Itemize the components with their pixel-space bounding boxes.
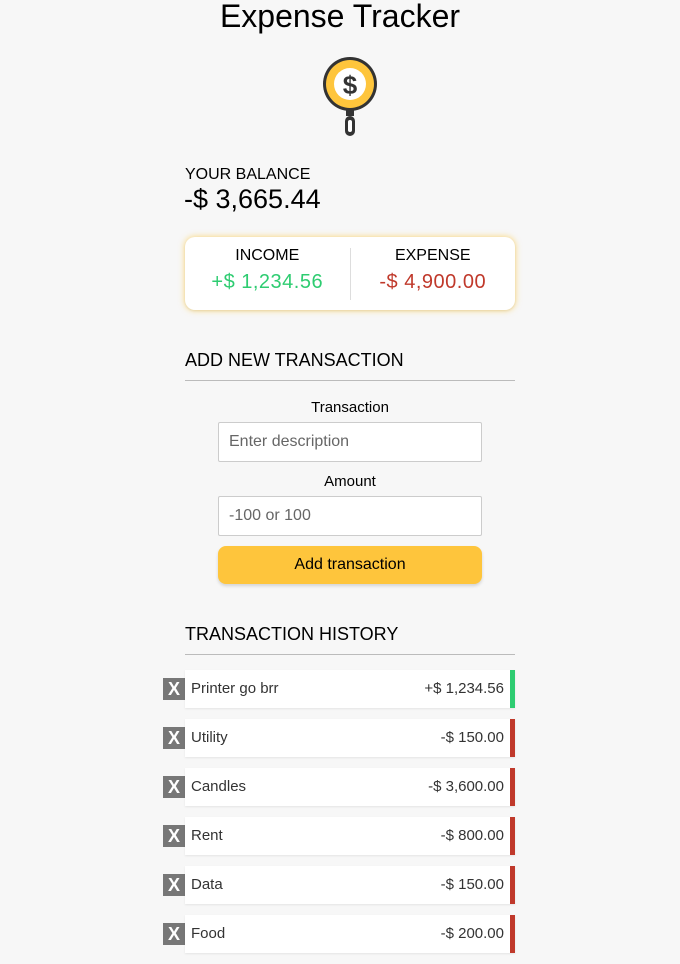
delete-button[interactable]: X	[163, 678, 185, 700]
transaction-history-heading: TRANSACTION HISTORY	[185, 624, 515, 655]
expense-indicator	[510, 817, 515, 855]
description-input[interactable]	[218, 422, 482, 462]
expense-indicator	[510, 915, 515, 953]
expense-label: EXPENSE	[394, 247, 471, 264]
balance-label: YOUR BALANCE	[185, 166, 311, 183]
income-indicator	[510, 670, 515, 708]
list-item: X Printer go brr +$ 1,234.56	[163, 670, 515, 708]
transaction-entry: Utility -$ 150.00	[185, 719, 515, 757]
transaction-list: X Printer go brr +$ 1,234.56 X Utility -…	[163, 670, 515, 964]
expense-indicator	[510, 866, 515, 904]
transaction-amount: -$ 3,600.00	[428, 778, 504, 795]
transaction-amount: -$ 150.00	[440, 729, 504, 746]
transaction-description: Utility	[191, 729, 228, 746]
income-section: INCOME +$ 1,234.56	[185, 237, 350, 310]
list-item: X Food -$ 200.00	[163, 915, 515, 953]
transaction-entry: Data -$ 150.00	[185, 866, 515, 904]
transaction-description: Food	[191, 925, 226, 942]
transaction-entry: Candles -$ 3,600.00	[185, 768, 515, 806]
list-item: X Data -$ 150.00	[163, 866, 515, 904]
list-item: X Candles -$ 3,600.00	[163, 768, 515, 806]
amount-input[interactable]	[218, 496, 482, 536]
income-label: INCOME	[235, 247, 300, 264]
transaction-entry: Printer go brr +$ 1,234.56	[185, 670, 515, 708]
amount-label: Amount	[324, 473, 376, 490]
expense-value: -$ 4,900.00	[379, 271, 487, 293]
transaction-description: Printer go brr	[191, 680, 279, 697]
transaction-amount: -$ 200.00	[440, 925, 504, 942]
delete-button[interactable]: X	[163, 727, 185, 749]
transaction-description: Rent	[191, 827, 223, 844]
transaction-description: Data	[191, 876, 223, 893]
add-transaction-heading: ADD NEW TRANSACTION	[185, 350, 515, 381]
transaction-label: Transaction	[311, 399, 389, 416]
page-title: Expense Tracker	[219, 0, 461, 34]
transaction-amount: +$ 1,234.56	[424, 680, 504, 697]
transaction-entry: Rent -$ 800.00	[185, 817, 515, 855]
transaction-description: Candles	[191, 778, 247, 795]
dollar-magnifier-icon: $	[323, 57, 377, 136]
transaction-amount: -$ 800.00	[440, 827, 504, 844]
delete-button[interactable]: X	[163, 825, 185, 847]
add-transaction-button[interactable]: Add transaction	[218, 546, 482, 584]
delete-button[interactable]: X	[163, 776, 185, 798]
list-item: X Utility -$ 150.00	[163, 719, 515, 757]
transaction-amount: -$ 150.00	[440, 876, 504, 893]
list-item: X Rent -$ 800.00	[163, 817, 515, 855]
expense-indicator	[510, 719, 515, 757]
income-expense-summary: INCOME +$ 1,234.56 EXPENSE -$ 4,900.00	[185, 237, 515, 310]
expense-indicator	[510, 768, 515, 806]
income-value: +$ 1,234.56	[211, 271, 324, 293]
delete-button[interactable]: X	[163, 923, 185, 945]
svg-text:$: $	[343, 70, 358, 100]
transaction-entry: Food -$ 200.00	[185, 915, 515, 953]
delete-button[interactable]: X	[163, 874, 185, 896]
balance-value: -$ 3,665.44	[184, 184, 321, 214]
expense-section: EXPENSE -$ 4,900.00	[351, 237, 516, 310]
